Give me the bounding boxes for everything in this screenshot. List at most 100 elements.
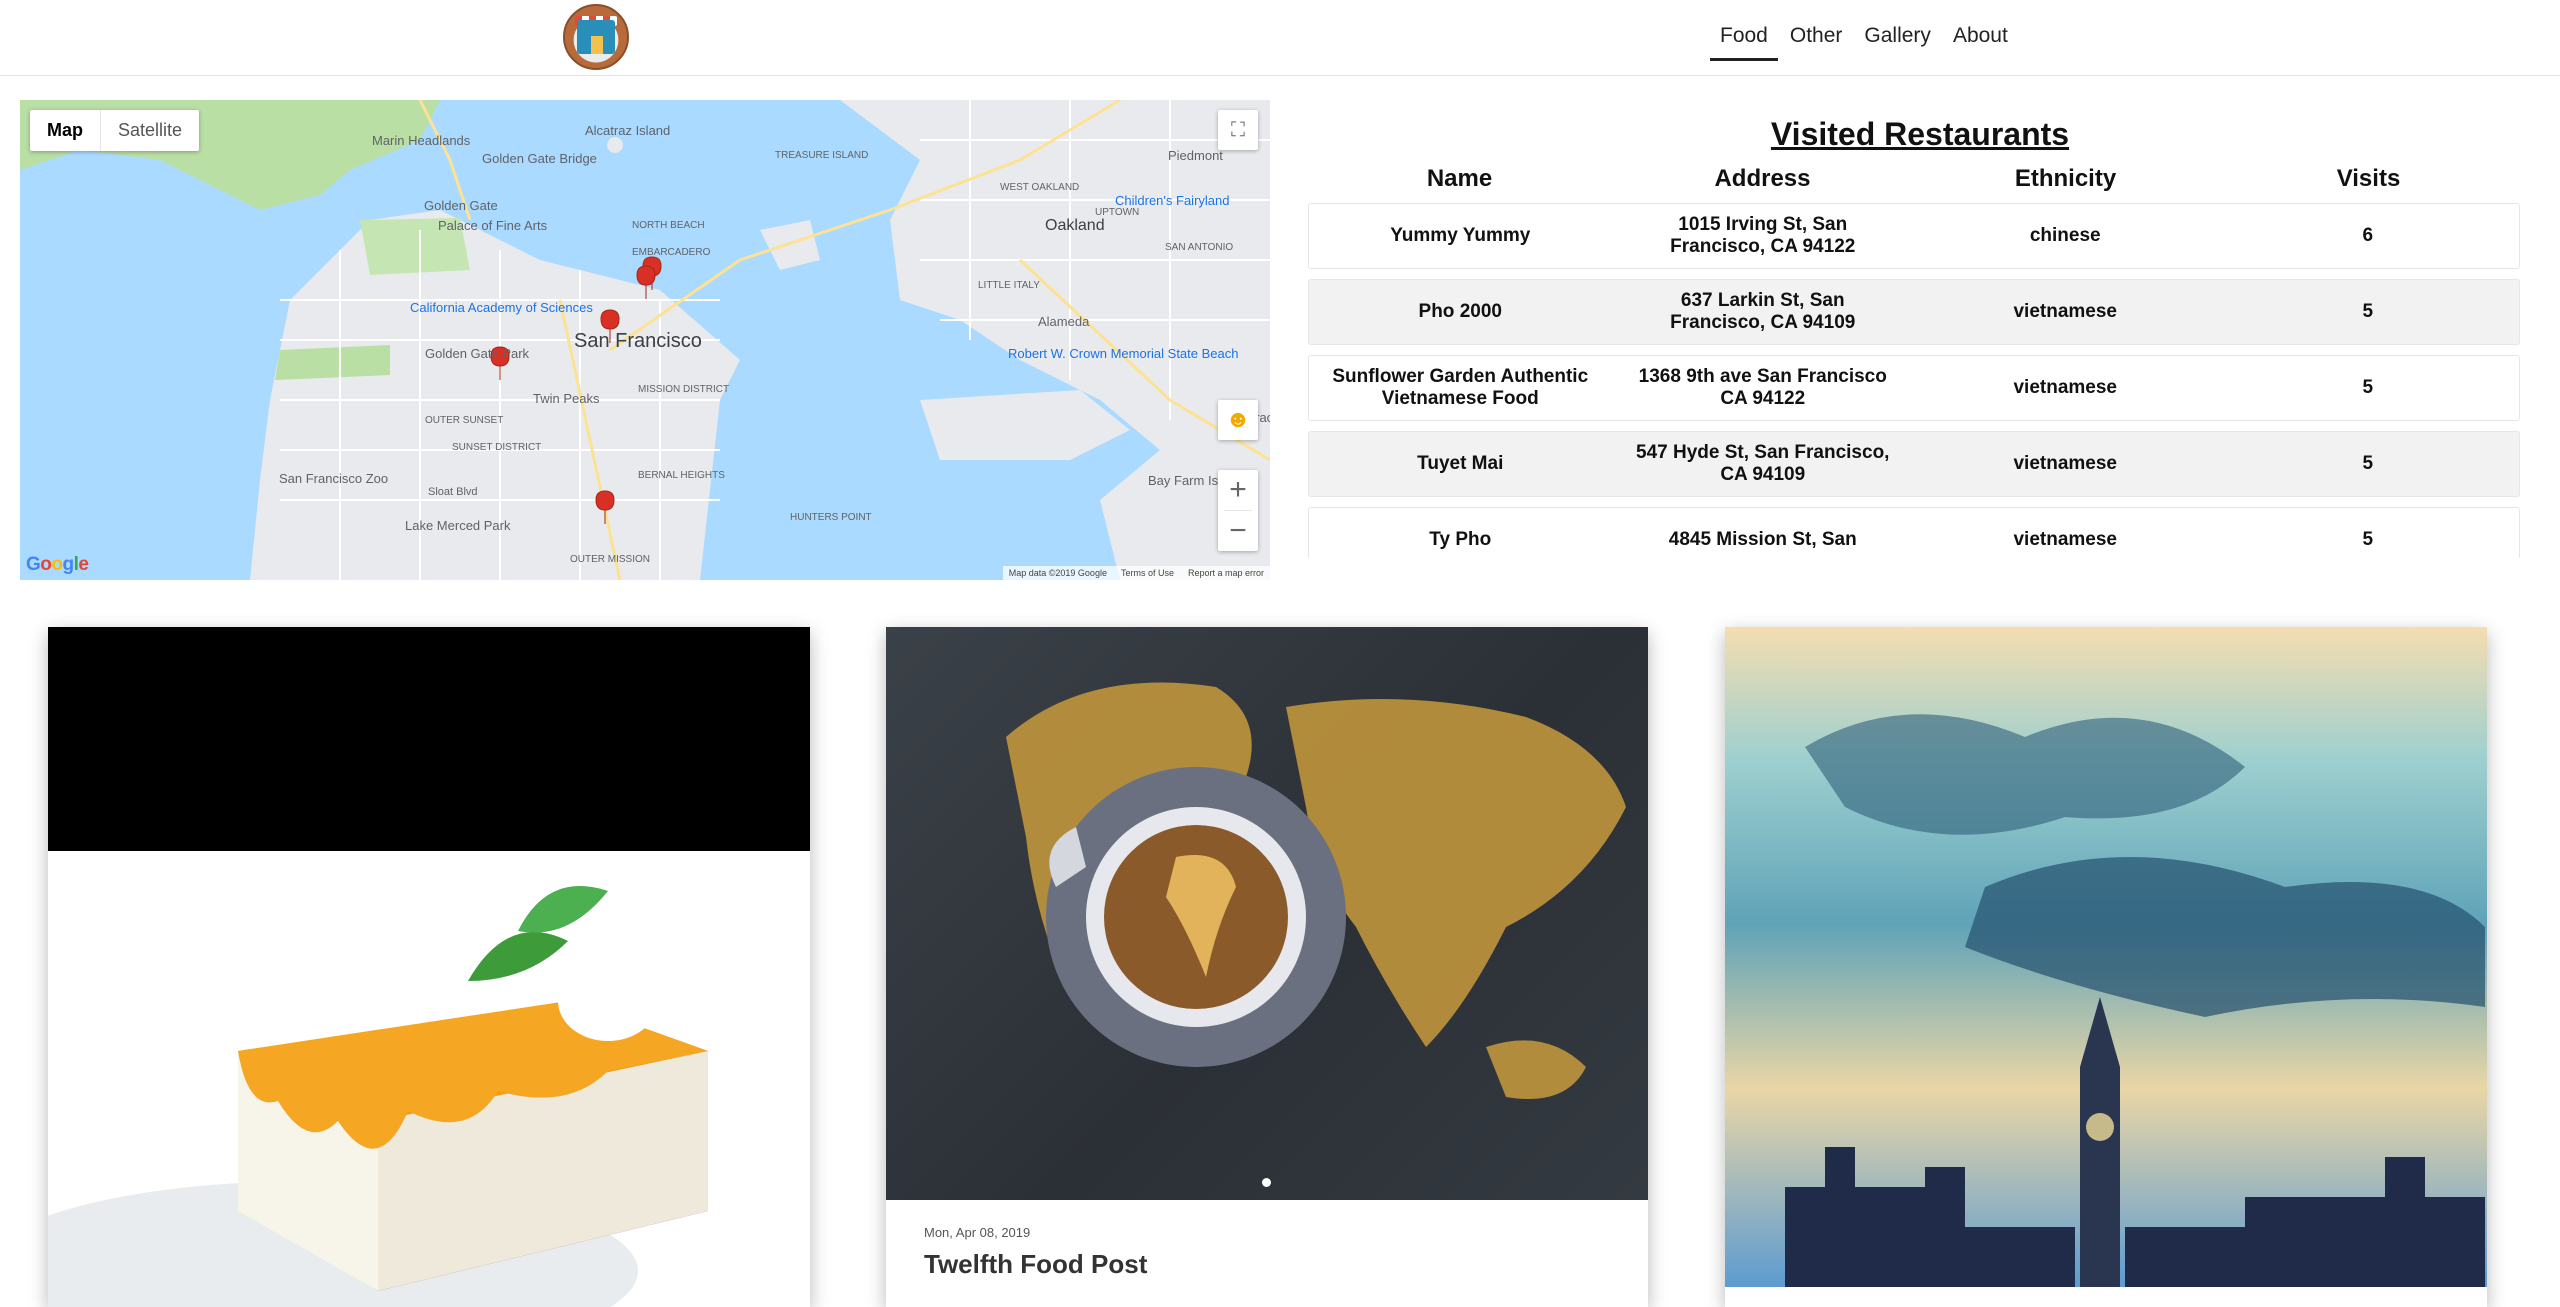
map-attribution: Map data ©2019 Google Terms of Use Repor… [1002, 566, 1270, 580]
clock-tower [2080, 997, 2120, 1287]
label-robert-crown: Robert W. Crown Memorial State Beach [1008, 346, 1238, 361]
label-lake-merced: Lake Merced Park [405, 518, 511, 533]
label-san-antonio: SAN ANTONIO [1165, 242, 1233, 253]
cell-address: 1015 Irving St, San Francisco, CA 94122 [1670, 214, 1856, 257]
cream [558, 961, 658, 1041]
satellite-view-button[interactable]: Satellite [101, 110, 199, 151]
nav-food[interactable]: Food [1710, 22, 1778, 61]
table-row[interactable]: Tuyet Mai 547 Hyde St, San Francisco, CA… [1308, 431, 2520, 497]
cell-ethnicity: vietnamese [2013, 529, 2117, 550]
map-type-toggle: Map Satellite [30, 110, 200, 151]
cell-visits: 5 [2362, 301, 2374, 322]
sf-park [275, 345, 390, 380]
label-outer-sunset: OUTER SUNSET [425, 415, 503, 426]
label-outer-mission: OUTER MISSION [570, 554, 650, 565]
cell-visits: 6 [2362, 225, 2374, 246]
mint-leaf-2 [518, 886, 608, 933]
table-row[interactable]: Yummy Yummy 1015 Irving St, San Francisc… [1308, 203, 2520, 269]
label-west-oakland: WEST OAKLAND [1000, 182, 1079, 193]
site-header: Food Other Gallery About [0, 0, 2560, 76]
label-twin-peaks: Twin Peaks [533, 391, 600, 406]
alameda-island [920, 390, 1130, 460]
cake-image [48, 851, 810, 1307]
cell-visits: 5 [2362, 377, 2374, 398]
label-north-beach: NORTH BEACH [632, 220, 705, 231]
cell-name: Tuyet Mai [1417, 453, 1504, 474]
coffee-image [886, 627, 1648, 1200]
london-illustration [1785, 714, 2485, 1287]
video-placeholder [48, 627, 810, 851]
restaurants-header-row: Name Address Ethnicity Visits [1308, 165, 2520, 193]
restaurants-panel[interactable]: Visited Restaurants Name Address Ethnici… [1308, 100, 2520, 558]
post-date: Mon, Apr 08, 2019 [924, 1225, 1031, 1240]
label-mission: MISSION DISTRICT [638, 384, 729, 395]
zoom-in-button[interactable]: + [1218, 470, 1258, 510]
cell-name: Sunflower Garden Authentic Vietnamese Fo… [1332, 366, 1589, 409]
label-golden-gate-park: Golden Gate Park [425, 346, 530, 361]
label-marin: Marin Headlands [372, 133, 471, 148]
fullscreen-icon[interactable]: ⛶ [1218, 110, 1258, 150]
cell-ethnicity: vietnamese [2013, 453, 2117, 474]
map-canvas: Alcatraz Island Marin Headlands Golden G… [20, 100, 1270, 580]
post-card-london[interactable] [1725, 627, 2487, 1307]
alcatraz-dot [607, 137, 623, 153]
restaurants-title: Visited Restaurants [1770, 116, 2070, 152]
label-embarcadero: EMBARCADERO [632, 247, 711, 258]
zoom-out-button[interactable]: − [1218, 511, 1258, 551]
restaurant-map[interactable]: Alcatraz Island Marin Headlands Golden G… [20, 100, 1270, 580]
nav-about[interactable]: About [1943, 22, 2018, 61]
cell-name: Yummy Yummy [1390, 225, 1531, 246]
coffee-illustration [1006, 682, 1626, 1099]
parliament [1785, 1147, 2485, 1287]
cell-visits: 5 [2362, 453, 2374, 474]
nav-gallery[interactable]: Gallery [1854, 22, 1941, 61]
cell-address: 4845 Mission St, San [1668, 529, 1857, 550]
label-uptown: UPTOWN [1095, 207, 1139, 218]
label-academy: California Academy of Sciences [410, 300, 593, 315]
label-alcatraz: Alcatraz Island [585, 123, 670, 138]
map-view-button[interactable]: Map [30, 110, 101, 151]
label-childrens: Children's Fairyland [1115, 193, 1229, 208]
label-piedmont: Piedmont [1168, 148, 1223, 163]
cell-visits: 5 [2362, 529, 2374, 550]
cell-address: 1368 9th ave San Francisco CA 94122 [1638, 366, 1887, 409]
table-row[interactable]: Pho 2000 637 Larkin St, San Francisco, C… [1308, 279, 2520, 345]
terms-link[interactable]: Terms of Use [1121, 568, 1174, 578]
cell-name: Ty Pho [1429, 529, 1492, 550]
cell-ethnicity: vietnamese [2013, 301, 2117, 322]
google-logo[interactable]: Google [26, 554, 89, 576]
post-card-cake[interactable] [48, 627, 810, 1307]
label-oakland: Oakland [1045, 217, 1105, 234]
label-golden-gate: Golden Gate [424, 198, 498, 213]
carousel-dot[interactable] [1262, 1178, 1271, 1187]
cloud-1 [1805, 714, 2245, 835]
clock-face [2086, 1113, 2114, 1141]
cell-ethnicity: vietnamese [2013, 377, 2117, 398]
label-palace: Palace of Fine Arts [438, 218, 548, 233]
table-row[interactable]: Sunflower Garden Authentic Vietnamese Fo… [1308, 355, 2520, 421]
cell-address: 547 Hyde St, San Francisco, CA 94109 [1636, 442, 1890, 485]
label-sf: San Francisco [574, 330, 702, 352]
label-little-italy: LITTLE ITALY [978, 280, 1040, 291]
col-visits: Visits [2336, 165, 2401, 192]
cloud-2 [1965, 857, 2485, 1017]
main-nav: Food Other Gallery About [1710, 22, 2020, 61]
cell-ethnicity: chinese [2029, 225, 2101, 246]
report-error-link[interactable]: Report a map error [1188, 568, 1264, 578]
post-title[interactable]: Twelfth Food Post [924, 1249, 1147, 1280]
col-ethnicity: Ethnicity [2014, 165, 2117, 192]
table-row[interactable]: Ty Pho 4845 Mission St, San vietnamese 5 [1308, 507, 2520, 558]
cake-illustration [48, 886, 708, 1307]
mint-leaf [468, 932, 568, 981]
zoom-control: + − [1218, 470, 1258, 551]
cell-address: 637 Larkin St, San Francisco, CA 94109 [1670, 290, 1856, 333]
label-hunters: HUNTERS POINT [790, 512, 872, 523]
logo-door [591, 36, 603, 54]
site-logo[interactable] [563, 4, 629, 70]
post-card-coffee[interactable]: Mon, Apr 08, 2019 Twelfth Food Post [886, 627, 1648, 1307]
map-data-text: Map data ©2019 Google [1008, 568, 1107, 578]
east-bay [840, 100, 1270, 580]
london-image [1725, 627, 2487, 1287]
nav-other[interactable]: Other [1780, 22, 1853, 61]
pegman-icon[interactable]: ☻ [1218, 400, 1258, 440]
